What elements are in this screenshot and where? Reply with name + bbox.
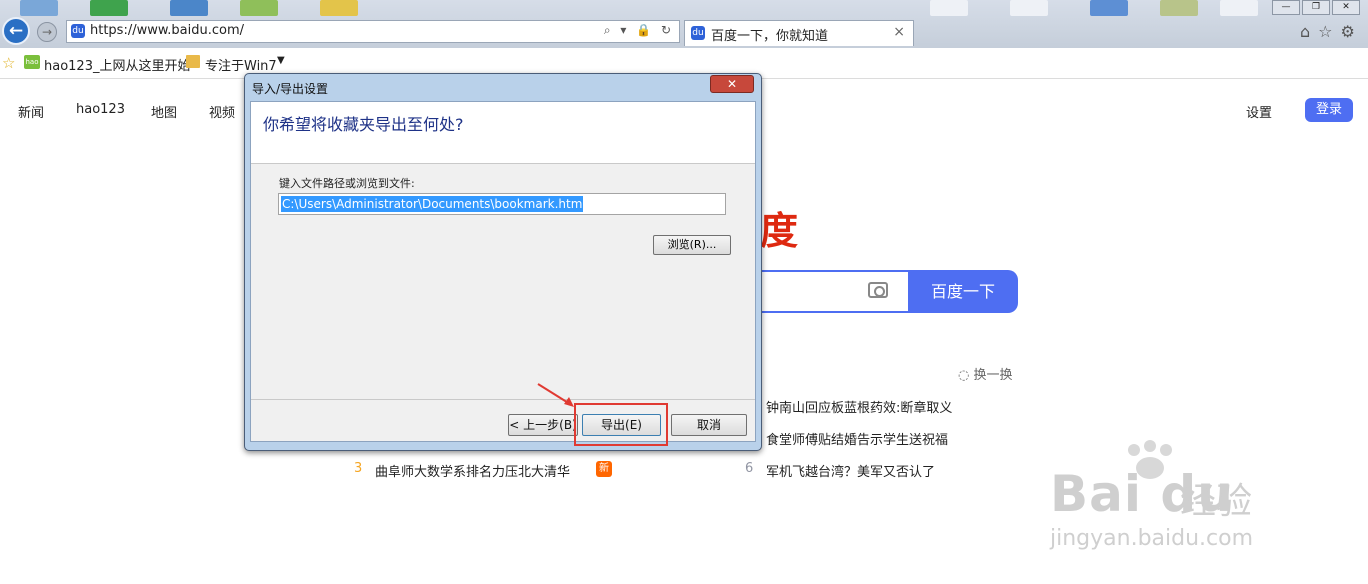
divider — [251, 399, 755, 400]
home-favorites-settings-icons[interactable]: ⌂☆⚙ — [1300, 22, 1363, 41]
annotation-arrow-icon — [537, 383, 574, 407]
hot-rank-number: 6 — [745, 461, 754, 476]
favorite-link-hao123[interactable]: hao123_上网从这里开始 — [44, 55, 190, 74]
refresh-hot-button[interactable]: ◌ 换一换 — [958, 364, 1012, 383]
browser-toolbar: ← → du https://www.baidu.com/ ⌕ ▾ 🔒 ↻ du… — [0, 0, 1368, 48]
highlight-box — [574, 403, 668, 446]
watermark-jingyan: 经验 — [1180, 481, 1253, 522]
hot-item[interactable]: 军机飞越台湾？美军又否认了 — [766, 461, 935, 480]
baidu-favicon-icon: du — [691, 26, 705, 40]
dialog-header: 你希望将收藏夹导出至何处? — [251, 102, 755, 164]
file-path-input[interactable]: C:\Users\Administrator\Documents\bookmar… — [278, 193, 726, 215]
camera-icon[interactable] — [868, 282, 888, 298]
baidu-favicon-icon: du — [71, 24, 85, 38]
forward-button[interactable]: → — [37, 22, 57, 42]
hot-item[interactable]: 食堂师傅贴结婚告示学生送祝福 — [766, 429, 948, 448]
favorites-star-icon[interactable]: ☆ — [2, 54, 15, 72]
nav-video[interactable]: 视频 — [209, 102, 235, 121]
background-desktop-strip — [0, 0, 1368, 16]
baidu-logo: 度 — [760, 209, 799, 253]
new-badge: 新 — [596, 461, 612, 477]
settings-link[interactable]: 设置 — [1246, 102, 1272, 121]
back-button[interactable]: ← — [2, 17, 30, 45]
minimize-button[interactable]: — — [1272, 0, 1300, 15]
path-label: 键入文件路径或浏览到文件: — [279, 177, 415, 190]
close-window-button[interactable]: ✕ — [1332, 0, 1360, 15]
dialog-title: 导入/导出设置 — [252, 82, 329, 96]
nav-news[interactable]: 新闻 — [18, 102, 44, 121]
hot-item[interactable]: 曲阜师大数学系排名力压北大清华 — [375, 461, 570, 480]
hao123-icon: hao — [24, 55, 40, 69]
file-path-value: C:\Users\Administrator\Documents\bookmar… — [281, 196, 584, 212]
nav-map[interactable]: 地图 — [151, 102, 177, 121]
maximize-button[interactable]: ❐ — [1302, 0, 1330, 15]
nav-hao123[interactable]: hao123 — [76, 102, 125, 117]
url-text[interactable]: https://www.baidu.com/ — [90, 23, 244, 38]
login-button[interactable]: 登录 — [1305, 98, 1353, 122]
browse-button[interactable]: 浏览(R)... — [653, 235, 731, 255]
tab-title: 百度一下，你就知道 — [711, 29, 829, 44]
favorite-folder-win7[interactable]: 专注于Win7 — [205, 55, 277, 74]
tab-baidu[interactable]: du 百度一下，你就知道 × — [684, 20, 914, 46]
folder-icon — [186, 55, 200, 68]
tab-close-icon[interactable]: × — [893, 24, 905, 40]
search-button[interactable]: 百度一下 — [908, 270, 1018, 313]
import-export-dialog: 导入/导出设置 ✕ 你希望将收藏夹导出至何处? 键入文件路径或浏览到文件: C:… — [244, 73, 762, 451]
window-controls: — ❐ ✕ — [1272, 0, 1368, 16]
address-bar[interactable]: du https://www.baidu.com/ ⌕ ▾ 🔒 ↻ — [66, 20, 680, 43]
hot-rank-number: 3 — [354, 461, 363, 476]
dialog-question: 你希望将收藏夹导出至何处? — [263, 115, 464, 134]
cancel-button[interactable]: 取消 — [671, 414, 747, 436]
dialog-body: 你希望将收藏夹导出至何处? 键入文件路径或浏览到文件: C:\Users\Adm… — [250, 101, 756, 442]
chevron-down-icon[interactable]: ▼ — [277, 55, 285, 66]
address-tools-icons[interactable]: ⌕ ▾ 🔒 ↻ — [604, 23, 674, 38]
watermark-url: jingyan.baidu.com — [1050, 526, 1254, 551]
previous-button[interactable]: < 上一步(B) — [508, 414, 578, 436]
dialog-close-button[interactable]: ✕ — [710, 75, 754, 93]
hot-item[interactable]: 钟南山回应板蓝根药效:断章取义 — [766, 397, 952, 416]
